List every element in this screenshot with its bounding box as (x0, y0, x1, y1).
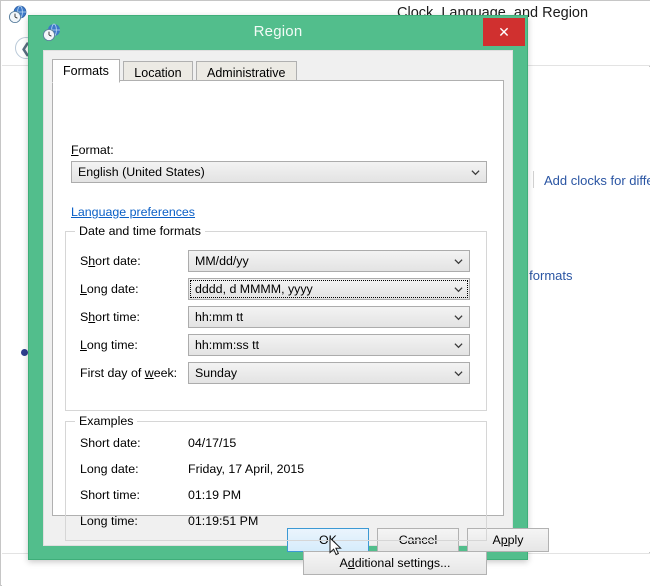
short-time-label: Short time: (80, 310, 140, 324)
date-time-formats-title: Date and time formats (75, 224, 205, 238)
chevron-down-icon (454, 259, 463, 265)
long-date-combo-value: dddd, d MMMM, yyyy (195, 282, 313, 296)
example-short-time-label: Short time: (80, 488, 140, 502)
content-separator (533, 171, 534, 188)
example-long-time-label: Long time: (80, 514, 138, 528)
long-time-combo-value: hh:mm:ss tt (195, 338, 260, 352)
short-time-combo[interactable]: hh:mm tt (188, 306, 470, 328)
additional-settings-button[interactable]: Additional settings... (303, 551, 487, 575)
dialog-body: Formats Location Administrative Format: … (43, 50, 549, 575)
dialog-title: Region (253, 23, 303, 40)
format-label: Format: (71, 143, 114, 157)
language-preferences-link[interactable]: Language preferences (71, 205, 195, 219)
example-long-time-value: 01:19:51 PM (188, 514, 259, 528)
long-time-label: Long time: (80, 338, 138, 352)
tabstrip: Formats Location Administrative (52, 59, 297, 83)
date-time-formats-group: Date and time formats Short date: MM/dd/… (65, 224, 487, 411)
short-date-combo-value: MM/dd/yy (195, 254, 249, 268)
example-long-date-label: Long date: (80, 462, 139, 476)
dialog-titlebar[interactable]: Region ✕ (29, 16, 527, 50)
short-date-combo[interactable]: MM/dd/yy (188, 250, 470, 272)
example-short-date-value: 04/17/15 (188, 436, 237, 450)
first-day-of-week-label: First day of week: (80, 366, 178, 380)
examples-group: Examples Short date: 04/17/15 Long date:… (65, 414, 487, 541)
chevron-down-icon (454, 371, 463, 377)
chevron-down-icon (471, 170, 480, 176)
region-dialog: Region ✕ Formats Location Administrative… (28, 15, 549, 575)
format-combo[interactable]: English (United States) (71, 161, 487, 183)
example-short-date-label: Short date: (80, 436, 141, 450)
clock-globe-icon (8, 5, 27, 24)
long-date-label: Long date: (80, 282, 139, 296)
long-time-combo[interactable]: hh:mm:ss tt (188, 334, 470, 356)
list-bullet (21, 349, 28, 356)
first-day-of-week-combo-value: Sunday (195, 366, 238, 380)
short-date-label: Short date: (80, 254, 141, 268)
chevron-down-icon (454, 287, 463, 293)
close-icon[interactable]: ✕ (483, 18, 525, 46)
link-add-clocks[interactable]: Add clocks for differ (544, 173, 650, 188)
chevron-down-icon (454, 343, 463, 349)
examples-title: Examples (75, 414, 138, 428)
format-combo-value: English (United States) (78, 165, 205, 179)
short-time-combo-value: hh:mm tt (195, 310, 244, 324)
chevron-down-icon (454, 315, 463, 321)
example-long-date-value: Friday, 17 April, 2015 (188, 462, 305, 476)
long-date-combo[interactable]: dddd, d MMMM, yyyy (188, 278, 470, 300)
first-day-of-week-combo[interactable]: Sunday (188, 362, 470, 384)
example-short-time-value: 01:19 PM (188, 488, 242, 502)
tabpage-formats: Format: English (United States) Language… (52, 80, 504, 575)
tab-formats[interactable]: Formats (52, 59, 120, 83)
